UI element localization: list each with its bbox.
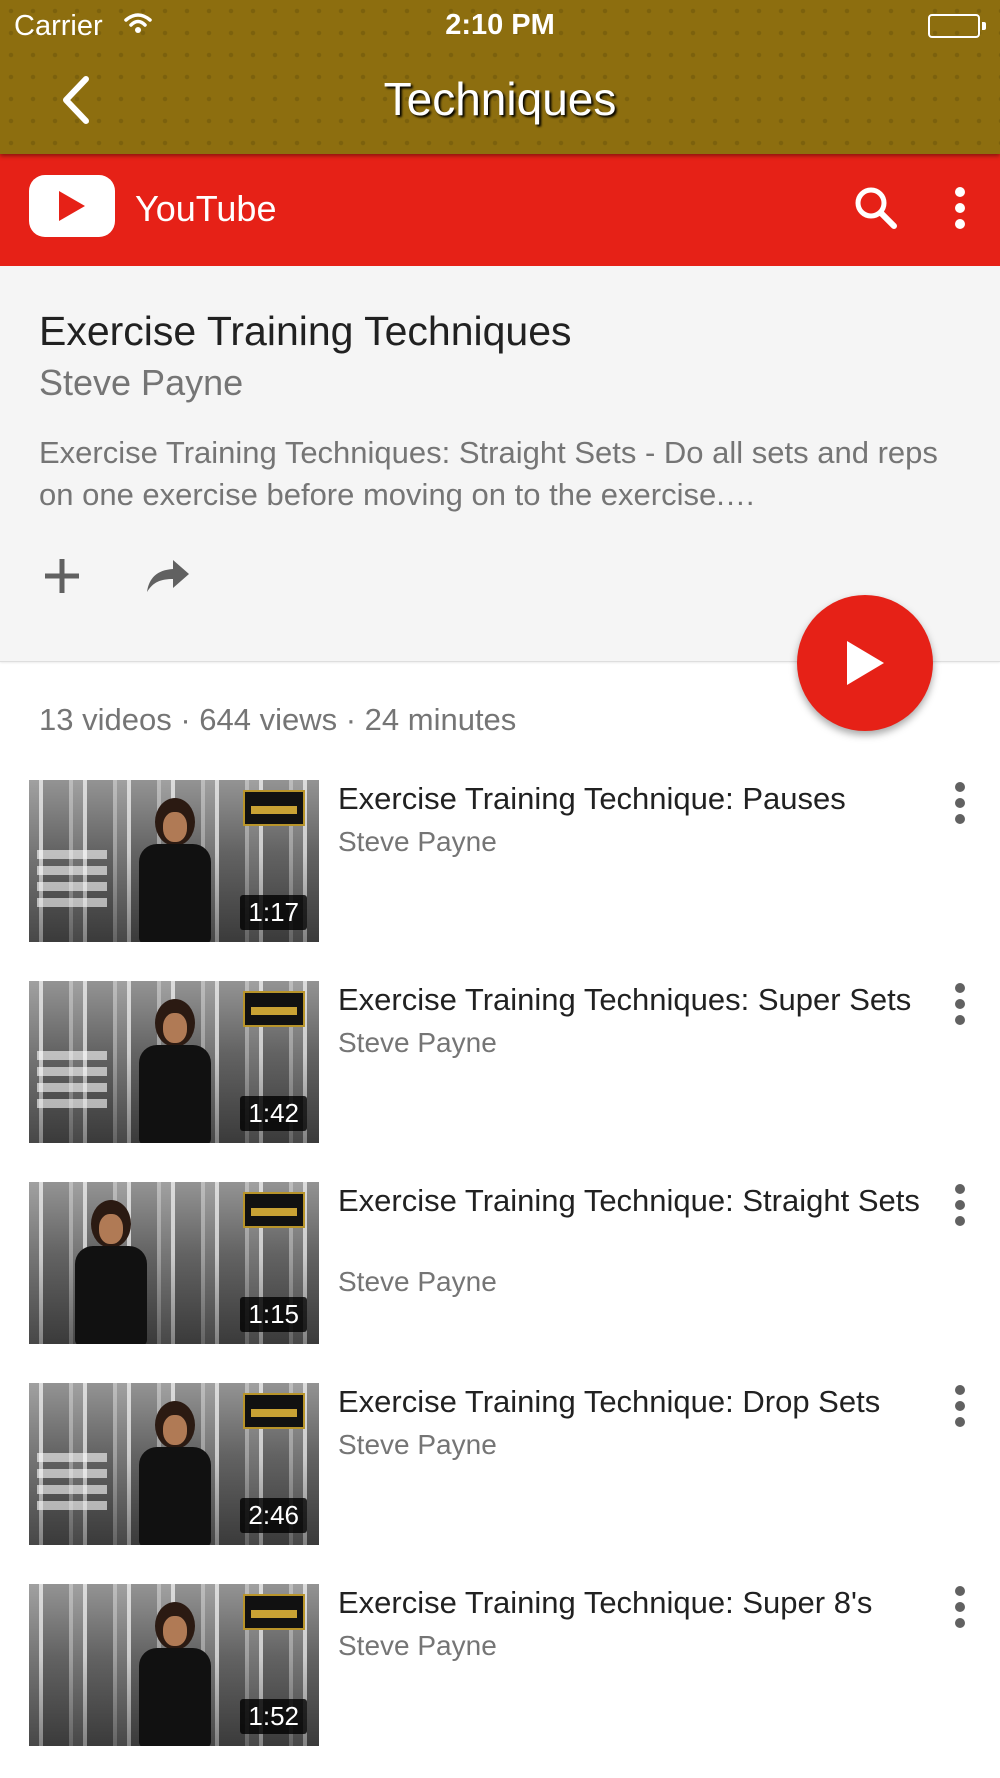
clock: 2:10 PM	[445, 9, 555, 41]
video-duration: 1:17	[240, 895, 307, 930]
play-all-button[interactable]	[797, 595, 933, 731]
list-item[interactable]: 2:46 Exercise Training Technique: Drop S…	[0, 1383, 1000, 1553]
list-item[interactable]: 1:42 Exercise Training Techniques: Super…	[0, 981, 1000, 1151]
youtube-logo-icon	[29, 175, 115, 237]
more-vert-icon	[955, 1586, 965, 1628]
more-vert-icon	[955, 1385, 965, 1427]
video-menu-button[interactable]	[942, 1383, 978, 1429]
video-channel: Steve Payne	[338, 1429, 497, 1460]
youtube-label: YouTube	[135, 188, 277, 229]
search-icon	[855, 187, 897, 229]
video-thumbnail[interactable]: 1:52	[29, 1584, 319, 1746]
search-button[interactable]	[848, 180, 904, 236]
add-to-library-button[interactable]	[36, 550, 88, 602]
payne-logo-icon	[243, 1594, 305, 1630]
video-thumbnail[interactable]: 1:17	[29, 780, 319, 942]
overflow-menu-button[interactable]	[940, 180, 980, 236]
video-channel: Steve Payne	[338, 1266, 497, 1297]
page-title: Techniques	[383, 73, 617, 125]
payne-logo-icon	[243, 790, 305, 826]
play-icon	[847, 641, 884, 685]
video-channel: Steve Payne	[338, 1630, 497, 1661]
video-menu-button[interactable]	[942, 1182, 978, 1228]
playlist-owner[interactable]: Steve Payne	[39, 362, 243, 404]
playlist-title: Exercise Training Techniques	[39, 308, 572, 354]
payne-logo-icon	[243, 1192, 305, 1228]
more-vert-icon	[955, 782, 965, 824]
payne-logo-icon	[243, 1393, 305, 1429]
video-duration: 1:42	[240, 1096, 307, 1131]
video-thumbnail[interactable]: 2:46	[29, 1383, 319, 1545]
youtube-bar: YouTube	[0, 154, 1000, 266]
playlist-stats: 13 videos · 644 views · 24 minutes	[39, 702, 517, 737]
video-channel: Steve Payne	[338, 826, 497, 857]
video-thumbnail[interactable]: 1:42	[29, 981, 319, 1143]
more-vert-icon	[955, 983, 965, 1025]
more-vert-icon	[955, 187, 965, 229]
video-duration: 2:46	[240, 1498, 307, 1533]
video-thumbnail[interactable]: 1:15	[29, 1182, 319, 1344]
app-header: Carrier 2:10 PM Techniques	[0, 0, 1000, 154]
video-title[interactable]: Exercise Training Technique: Super 8's	[338, 1584, 920, 1622]
video-title[interactable]: Exercise Training Technique: Pauses	[338, 780, 920, 818]
video-title[interactable]: Exercise Training Technique: Drop Sets	[338, 1383, 920, 1421]
video-title[interactable]: Exercise Training Techniques: Super Sets	[338, 981, 920, 1019]
video-channel: Steve Payne	[338, 1027, 497, 1058]
payne-logo-icon	[243, 991, 305, 1027]
video-title[interactable]: Exercise Training Technique: Straight Se…	[338, 1182, 920, 1220]
video-duration: 1:52	[240, 1699, 307, 1734]
list-item[interactable]: 1:52 Exercise Training Technique: Super …	[0, 1584, 1000, 1754]
video-duration: 1:15	[240, 1297, 307, 1332]
battery-icon	[928, 14, 986, 38]
share-icon	[147, 560, 189, 592]
list-item[interactable]: 1:15 Exercise Training Technique: Straig…	[0, 1182, 1000, 1352]
video-menu-button[interactable]	[942, 1584, 978, 1630]
plus-icon	[45, 559, 79, 593]
more-vert-icon	[955, 1184, 965, 1226]
video-menu-button[interactable]	[942, 981, 978, 1027]
list-item[interactable]: 1:17 Exercise Training Technique: Pauses…	[0, 780, 1000, 950]
playlist-description: Exercise Training Techniques: Straight S…	[39, 435, 938, 512]
status-bar: Carrier 2:10 PM	[0, 0, 1000, 50]
video-menu-button[interactable]	[942, 780, 978, 826]
share-button[interactable]	[140, 550, 196, 602]
